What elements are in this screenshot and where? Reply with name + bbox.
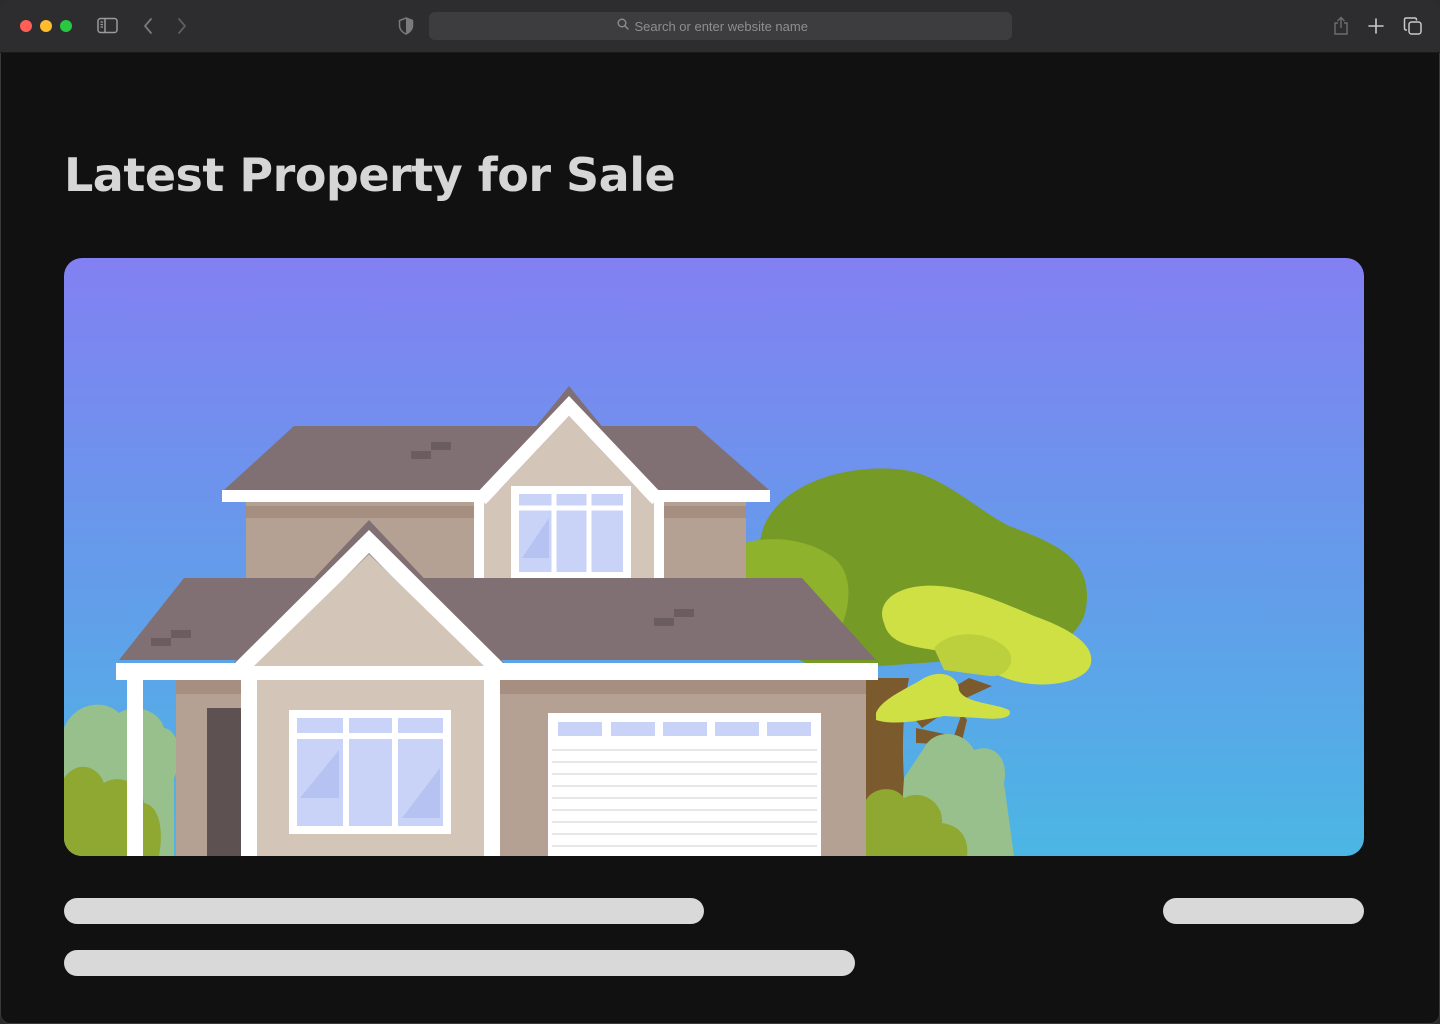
chevron-left-icon[interactable] [138, 16, 158, 36]
address-input[interactable] [634, 18, 825, 34]
skeleton-line-price [1163, 898, 1364, 924]
shield-icon[interactable] [396, 16, 416, 36]
share-icon[interactable] [1330, 15, 1352, 37]
house [116, 386, 878, 856]
page-title: Latest Property for Sale [64, 148, 676, 202]
skeleton-line-description [64, 950, 855, 976]
sidebar-icon[interactable] [97, 16, 119, 36]
skeleton-line-title [64, 898, 704, 924]
house-illustration [64, 386, 1092, 856]
address-bar[interactable] [429, 12, 1012, 40]
browser-window: Latest Property for Sale [0, 0, 1440, 1024]
tabs-icon[interactable] [1402, 15, 1424, 37]
chevron-right-icon[interactable] [172, 16, 192, 36]
property-hero-image[interactable] [64, 258, 1364, 856]
plus-icon[interactable] [1365, 15, 1387, 37]
maximize-window-button[interactable] [60, 20, 72, 32]
search-icon [617, 17, 629, 35]
minimize-window-button[interactable] [40, 20, 52, 32]
browser-toolbar [0, 0, 1440, 53]
close-window-button[interactable] [20, 20, 32, 32]
